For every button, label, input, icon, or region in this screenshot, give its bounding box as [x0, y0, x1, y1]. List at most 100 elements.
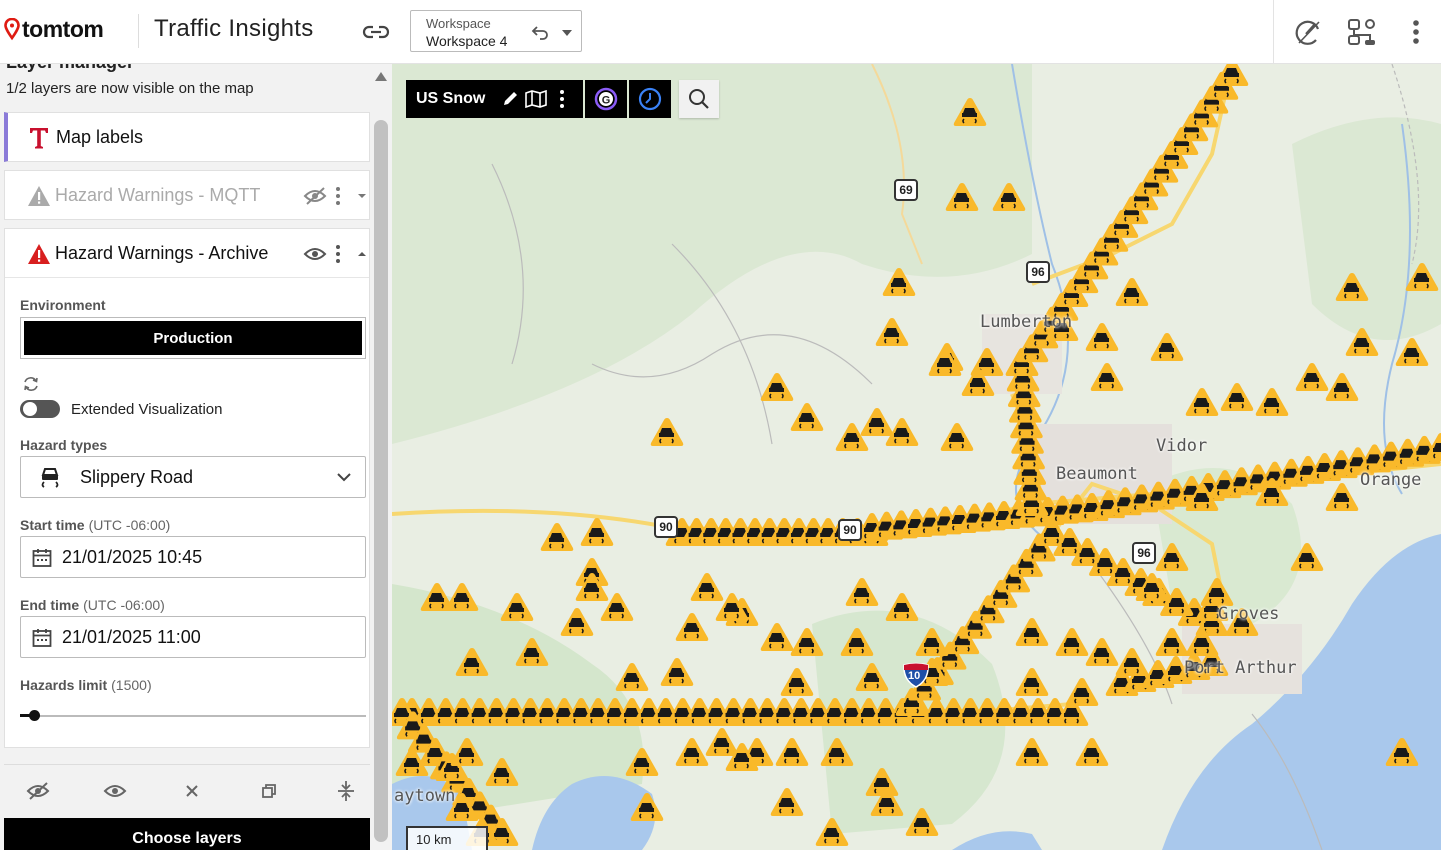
- slippery-road-hazard-icon[interactable]: [845, 578, 879, 606]
- hazards-limit-slider-track[interactable]: [20, 715, 366, 717]
- chevron-down-icon[interactable]: [561, 28, 573, 38]
- slippery-road-hazard-icon[interactable]: [865, 768, 899, 796]
- time-filter-button[interactable]: [629, 80, 672, 118]
- slippery-road-hazard-icon[interactable]: [1345, 328, 1379, 356]
- slippery-road-hazard-icon[interactable]: [940, 423, 974, 451]
- slippery-road-hazard-icon[interactable]: [1255, 388, 1289, 416]
- slippery-road-hazard-icon[interactable]: [1185, 388, 1219, 416]
- layer-row-hazard-mqtt[interactable]: Hazard Warnings - MQTT: [4, 170, 370, 220]
- eye-icon[interactable]: [303, 245, 327, 263]
- chevron-up-icon[interactable]: [357, 251, 367, 257]
- slippery-road-hazard-icon[interactable]: [1200, 578, 1234, 606]
- slippery-road-hazard-icon[interactable]: [1075, 738, 1109, 766]
- slippery-road-hazard-icon[interactable]: [1295, 363, 1329, 391]
- remove-all-button[interactable]: [177, 777, 207, 805]
- slippery-road-hazard-icon[interactable]: [515, 638, 549, 666]
- map-search-button[interactable]: [679, 80, 720, 118]
- undo-icon[interactable]: [531, 22, 551, 42]
- slippery-road-hazard-icon[interactable]: [820, 738, 854, 766]
- slippery-road-hazard-icon[interactable]: [1085, 638, 1119, 666]
- slippery-road-hazard-icon[interactable]: [770, 788, 804, 816]
- environment-production-option[interactable]: Production: [24, 321, 362, 355]
- slippery-road-hazard-icon[interactable]: [675, 738, 709, 766]
- refresh-icon[interactable]: [22, 375, 40, 393]
- map-canvas[interactable]: Lumberton Vidor Beaumont Orange Groves P…: [392, 64, 1441, 850]
- slippery-road-hazard-icon[interactable]: [560, 608, 594, 636]
- slippery-road-hazard-icon[interactable]: [500, 593, 534, 621]
- slippery-road-hazard-icon[interactable]: [625, 748, 659, 776]
- slippery-road-hazard-icon[interactable]: [882, 268, 916, 296]
- map-style-button[interactable]: [523, 86, 549, 112]
- slippery-road-hazard-icon[interactable]: [1335, 273, 1369, 301]
- slippery-road-hazard-icon[interactable]: [945, 183, 979, 211]
- slippery-road-hazard-icon[interactable]: [1395, 338, 1429, 366]
- slippery-road-hazard-icon[interactable]: [875, 318, 909, 346]
- slippery-road-hazard-icon[interactable]: [1115, 648, 1149, 676]
- panel-scrollbar-thumb[interactable]: [374, 120, 388, 842]
- slippery-road-hazard-icon[interactable]: [790, 403, 824, 431]
- slippery-road-hazard-icon[interactable]: [1065, 678, 1099, 706]
- slippery-road-hazard-icon[interactable]: [1155, 628, 1189, 656]
- map-style-title[interactable]: US Snow: [416, 90, 485, 108]
- collapse-all-button[interactable]: [331, 777, 361, 805]
- hazards-limit-slider-handle[interactable]: [29, 710, 40, 721]
- route-button[interactable]: [1346, 16, 1378, 48]
- slippery-road-hazard-icon[interactable]: [650, 418, 684, 446]
- slippery-road-hazard-icon[interactable]: [953, 98, 987, 126]
- choose-layers-button[interactable]: Choose layers: [4, 818, 370, 850]
- slippery-road-hazard-icon[interactable]: [615, 663, 649, 691]
- hide-all-button[interactable]: [23, 777, 53, 805]
- slippery-road-hazard-icon[interactable]: [775, 738, 809, 766]
- slippery-road-hazard-icon[interactable]: [840, 628, 874, 656]
- end-time-input[interactable]: 21/01/2025 11:00: [20, 616, 366, 658]
- duplicate-button[interactable]: [254, 777, 284, 805]
- eye-off-icon[interactable]: [303, 186, 327, 206]
- link-button[interactable]: [360, 18, 392, 46]
- workspace-selector[interactable]: Workspace Workspace 4: [410, 10, 582, 52]
- slippery-road-hazard-icon[interactable]: [1015, 738, 1049, 766]
- slippery-road-hazard-icon[interactable]: [580, 518, 614, 546]
- slippery-road-hazard-icon[interactable]: [815, 818, 849, 846]
- slippery-road-hazard-icon[interactable]: [915, 628, 949, 656]
- slippery-road-hazard-icon[interactable]: [1085, 323, 1119, 351]
- slippery-road-hazard-icon[interactable]: [1325, 483, 1359, 511]
- more-vertical-icon[interactable]: [335, 244, 341, 264]
- speedometer-button[interactable]: [1292, 16, 1324, 48]
- slippery-road-hazard-icon[interactable]: [1325, 373, 1359, 401]
- slippery-road-hazard-icon[interactable]: [1015, 618, 1049, 646]
- slippery-road-hazard-icon[interactable]: [855, 663, 889, 691]
- hazard-types-dropdown[interactable]: Slippery Road: [20, 456, 366, 498]
- slippery-road-hazard-icon[interactable]: [835, 423, 869, 451]
- start-time-input[interactable]: 21/01/2025 10:45: [20, 536, 366, 578]
- extended-visualization-toggle[interactable]: [20, 400, 60, 418]
- slippery-road-hazard-icon[interactable]: [1220, 383, 1254, 411]
- slippery-road-hazard-icon[interactable]: [1090, 363, 1124, 391]
- slippery-road-hazard-icon[interactable]: [1055, 628, 1089, 656]
- slippery-road-hazard-icon[interactable]: [905, 808, 939, 836]
- slippery-road-hazard-icon[interactable]: [885, 593, 919, 621]
- tomtom-logo[interactable]: tomtom: [4, 16, 104, 43]
- map-more-button[interactable]: [549, 86, 575, 112]
- show-all-button[interactable]: [100, 777, 130, 805]
- slippery-road-hazard-icon[interactable]: [540, 523, 574, 551]
- slippery-road-hazard-icon[interactable]: [485, 758, 519, 786]
- slippery-road-hazard-icon[interactable]: [450, 738, 484, 766]
- layer-label-hazard-archive[interactable]: Hazard Warnings - Archive: [55, 243, 268, 264]
- more-menu-button[interactable]: [1400, 16, 1432, 48]
- slippery-road-hazard-icon[interactable]: [760, 623, 794, 651]
- slippery-road-hazard-icon[interactable]: [660, 658, 694, 686]
- more-vertical-icon[interactable]: [335, 186, 341, 206]
- scroll-up-icon[interactable]: [374, 70, 388, 82]
- slippery-road-hazard-icon[interactable]: [1115, 278, 1149, 306]
- layer-row-map-labels[interactable]: Map labels: [4, 112, 370, 162]
- slippery-road-hazard-icon[interactable]: [780, 668, 814, 696]
- slippery-road-hazard-icon[interactable]: [455, 648, 489, 676]
- slippery-road-hazard-icon[interactable]: [690, 573, 724, 601]
- slippery-road-hazard-icon[interactable]: [1155, 543, 1189, 571]
- chevron-down-icon[interactable]: [357, 193, 367, 199]
- slippery-road-hazard-icon[interactable]: [1215, 64, 1249, 86]
- slippery-road-hazard-icon[interactable]: [1290, 543, 1324, 571]
- slippery-road-hazard-icon[interactable]: [1405, 263, 1439, 291]
- slippery-road-hazard-icon[interactable]: [790, 628, 824, 656]
- slippery-road-hazard-icon[interactable]: [1015, 668, 1049, 696]
